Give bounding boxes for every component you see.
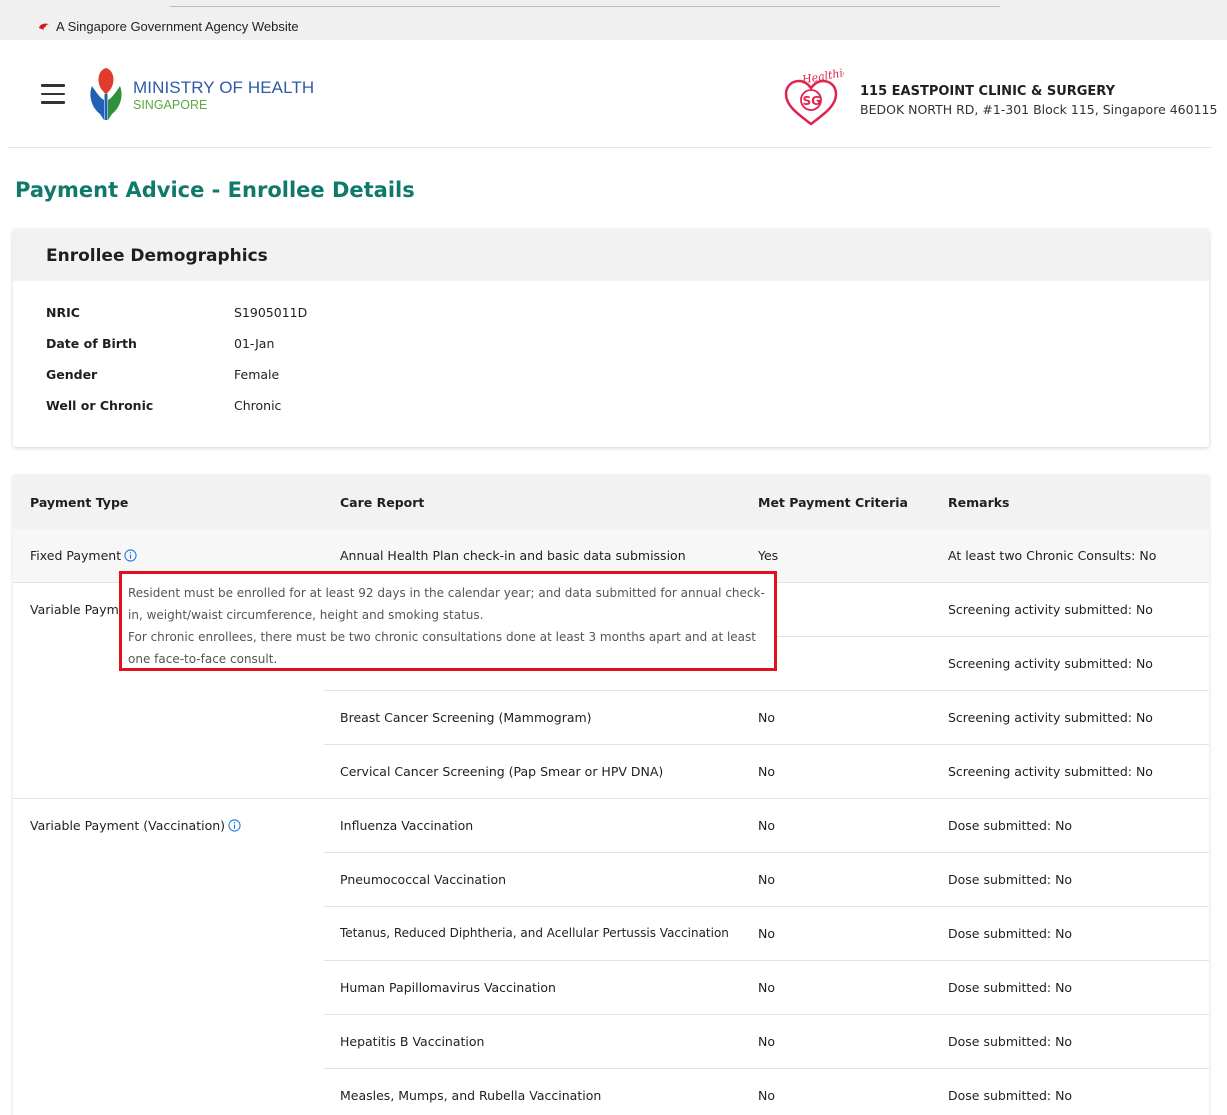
met-criteria-cell: No: [758, 1088, 775, 1103]
remarks-cell: Dose submitted: No: [948, 872, 1073, 887]
gov-banner: A Singapore Government Agency Website: [0, 0, 1227, 40]
care-report-cell: Cervical Cancer Screening (Pap Smear or …: [340, 764, 664, 779]
remarks-cell: Dose submitted: No: [948, 1034, 1073, 1049]
demographics-title: Enrollee Demographics: [46, 246, 268, 266]
met-criteria-cell: No: [758, 926, 775, 941]
met-criteria-cell: Yes: [758, 548, 779, 563]
met-criteria-cell: No: [758, 1034, 775, 1049]
remarks-cell: Screening activity submitted: No: [948, 656, 1153, 671]
care-report-cell: Human Papillomavirus Vaccination: [340, 980, 556, 995]
care-report-cell: Breast Cancer Screening (Mammogram): [340, 710, 592, 725]
row-divider: [324, 690, 1209, 691]
field-label: Gender: [46, 367, 98, 382]
clinic-name: 115 EASTPOINT CLINIC & SURGERY: [860, 84, 1116, 99]
row-divider: [324, 1014, 1209, 1015]
header-remarks: Remarks: [948, 495, 1010, 510]
remarks-cell: Screening activity submitted: No: [948, 710, 1153, 725]
field-value: S1905011D: [234, 305, 308, 320]
group-label: Fixed Payment: [30, 548, 122, 563]
ministry-name: MINISTRY OF HEALTH: [133, 78, 315, 97]
header-payment-type: Payment Type: [30, 495, 129, 510]
menu-icon[interactable]: [41, 84, 65, 104]
field-value: 01-Jan: [234, 336, 275, 351]
remarks-cell: Screening activity submitted: No: [948, 764, 1153, 779]
fixed-payment-tooltip: Resident must be enrolled for at least 9…: [119, 571, 777, 671]
field-value: Female: [234, 367, 280, 382]
site-header: MINISTRY OF HEALTH SINGAPORE Healthier S…: [0, 40, 1227, 148]
met-criteria-cell: No: [758, 980, 775, 995]
gov-banner-text: A Singapore Government Agency Website: [56, 19, 299, 34]
remarks-cell: Dose submitted: No: [948, 926, 1073, 941]
tooltip-line: one face-to-face consult.: [128, 652, 278, 666]
care-report-cell: Pneumococcal Vaccination: [340, 872, 507, 887]
care-report-cell: Influenza Vaccination: [340, 818, 474, 833]
top-divider: [170, 6, 1000, 7]
lion-head-icon: [39, 23, 49, 30]
row-divider: [324, 906, 1209, 907]
table-header: Payment Type Care Report Met Payment Cri…: [13, 475, 1209, 529]
svg-text:SG: SG: [803, 94, 822, 108]
page-title: Payment Advice - Enrollee Details: [15, 178, 415, 202]
row-divider: [324, 852, 1209, 853]
row-divider: [324, 960, 1209, 961]
header-divider: [8, 147, 1212, 148]
care-report-cell: Tetanus, Reduced Diphtheria, and Acellul…: [340, 926, 729, 940]
demographics-header: Enrollee Demographics: [13, 229, 1209, 281]
remarks-cell: Screening activity submitted: No: [948, 602, 1153, 617]
care-report-cell: Annual Health Plan check-in and basic da…: [340, 548, 686, 563]
remarks-cell: At least two Chronic Consults: No: [948, 548, 1157, 563]
tooltip-line: in, weight/waist circumference, height a…: [128, 608, 484, 622]
care-report-cell: Hepatitis B Vaccination: [340, 1034, 485, 1049]
met-criteria-cell: No: [758, 872, 775, 887]
group-variable-payment-vaccination: Variable Payment (Vaccination): [30, 818, 241, 833]
enrollee-demographics-card: Enrollee Demographics NRIC S1905011D Dat…: [13, 229, 1209, 447]
info-icon[interactable]: [124, 549, 137, 562]
met-criteria-cell: No: [758, 710, 775, 725]
field-label: Date of Birth: [46, 336, 137, 351]
remarks-cell: Dose submitted: No: [948, 1088, 1073, 1103]
field-label: Well or Chronic: [46, 398, 154, 413]
header-care-report: Care Report: [340, 495, 425, 510]
remarks-cell: Dose submitted: No: [948, 980, 1073, 995]
field-value: Chronic: [234, 398, 282, 413]
met-criteria-cell: No: [758, 764, 775, 779]
row-divider: [324, 1068, 1209, 1069]
healthier-sg-logo-icon: Healthier SG: [784, 68, 844, 126]
tooltip-line: Resident must be enrolled for at least 9…: [128, 586, 765, 600]
row-divider: [324, 744, 1209, 745]
remarks-cell: Dose submitted: No: [948, 818, 1073, 833]
met-criteria-cell: No: [758, 818, 775, 833]
row-divider: [13, 798, 1209, 799]
tooltip-line: For chronic enrollees, there must be two…: [128, 630, 756, 644]
care-report-cell: Measles, Mumps, and Rubella Vaccination: [340, 1088, 602, 1103]
field-label: NRIC: [46, 305, 80, 320]
group-label: Variable Payment (Vaccination): [30, 818, 226, 833]
ministry-sub: SINGAPORE: [133, 98, 208, 112]
svg-text:Healthier: Healthier: [800, 68, 844, 87]
moh-logo-icon[interactable]: [86, 64, 126, 124]
clinic-address: BEDOK NORTH RD, #1-301 Block 115, Singap…: [860, 102, 1218, 117]
header-met-criteria: Met Payment Criteria: [758, 495, 908, 510]
info-icon[interactable]: [228, 819, 241, 832]
group-fixed-payment: Fixed Payment: [30, 548, 137, 563]
